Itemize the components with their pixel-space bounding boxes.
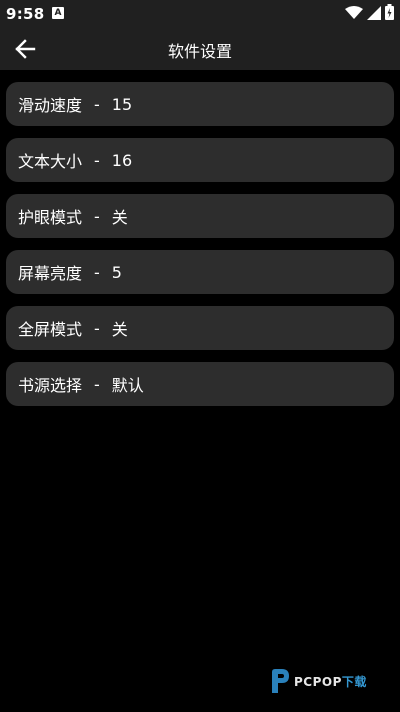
status-bar: 9:58 A xyxy=(0,0,400,28)
setting-value: 5 xyxy=(111,262,122,282)
setting-fullscreen[interactable]: 全屏模式 - 关 xyxy=(6,306,394,350)
setting-brightness[interactable]: 屏幕亮度 - 5 xyxy=(6,250,394,294)
watermark-brand: PCPOP xyxy=(294,674,342,689)
setting-separator: - xyxy=(94,374,100,394)
app-bar: 软件设置 xyxy=(0,28,400,70)
status-icons xyxy=(345,4,394,24)
settings-list: 滑动速度 - 15 文本大小 - 16 护眼模式 - 关 屏幕亮度 - 5 全屏… xyxy=(6,82,394,418)
signal-icon xyxy=(367,5,381,24)
watermark-accent: 下载 xyxy=(341,674,367,689)
setting-value: 关 xyxy=(111,208,128,227)
setting-label: 屏幕亮度 xyxy=(18,264,83,283)
setting-label: 全屏模式 xyxy=(18,320,83,339)
setting-scroll-speed[interactable]: 滑动速度 - 15 xyxy=(6,82,394,126)
setting-separator: - xyxy=(94,262,100,282)
setting-label: 滑动速度 xyxy=(18,96,83,115)
status-time: 9:58 xyxy=(6,5,45,23)
battery-icon xyxy=(385,4,394,24)
setting-value: 默认 xyxy=(111,376,144,395)
watermark: PCPOP下载 xyxy=(270,668,367,694)
setting-book-source[interactable]: 书源选择 - 默认 xyxy=(6,362,394,406)
setting-separator: - xyxy=(94,318,100,338)
setting-eye-protection[interactable]: 护眼模式 - 关 xyxy=(6,194,394,238)
setting-value: 15 xyxy=(111,94,133,114)
setting-separator: - xyxy=(94,206,100,226)
setting-value: 16 xyxy=(111,150,133,170)
setting-label: 护眼模式 xyxy=(18,208,83,227)
watermark-text: PCPOP下载 xyxy=(294,673,367,690)
setting-label: 书源选择 xyxy=(18,376,83,395)
page-title: 软件设置 xyxy=(167,42,232,61)
setting-separator: - xyxy=(94,94,100,114)
wifi-icon xyxy=(345,5,363,24)
notification-a-icon: A xyxy=(52,7,64,19)
setting-separator: - xyxy=(94,150,100,170)
pcpop-logo-icon xyxy=(270,668,290,694)
setting-value: 关 xyxy=(111,320,128,339)
setting-label: 文本大小 xyxy=(18,152,83,171)
setting-text-size[interactable]: 文本大小 - 16 xyxy=(6,138,394,182)
